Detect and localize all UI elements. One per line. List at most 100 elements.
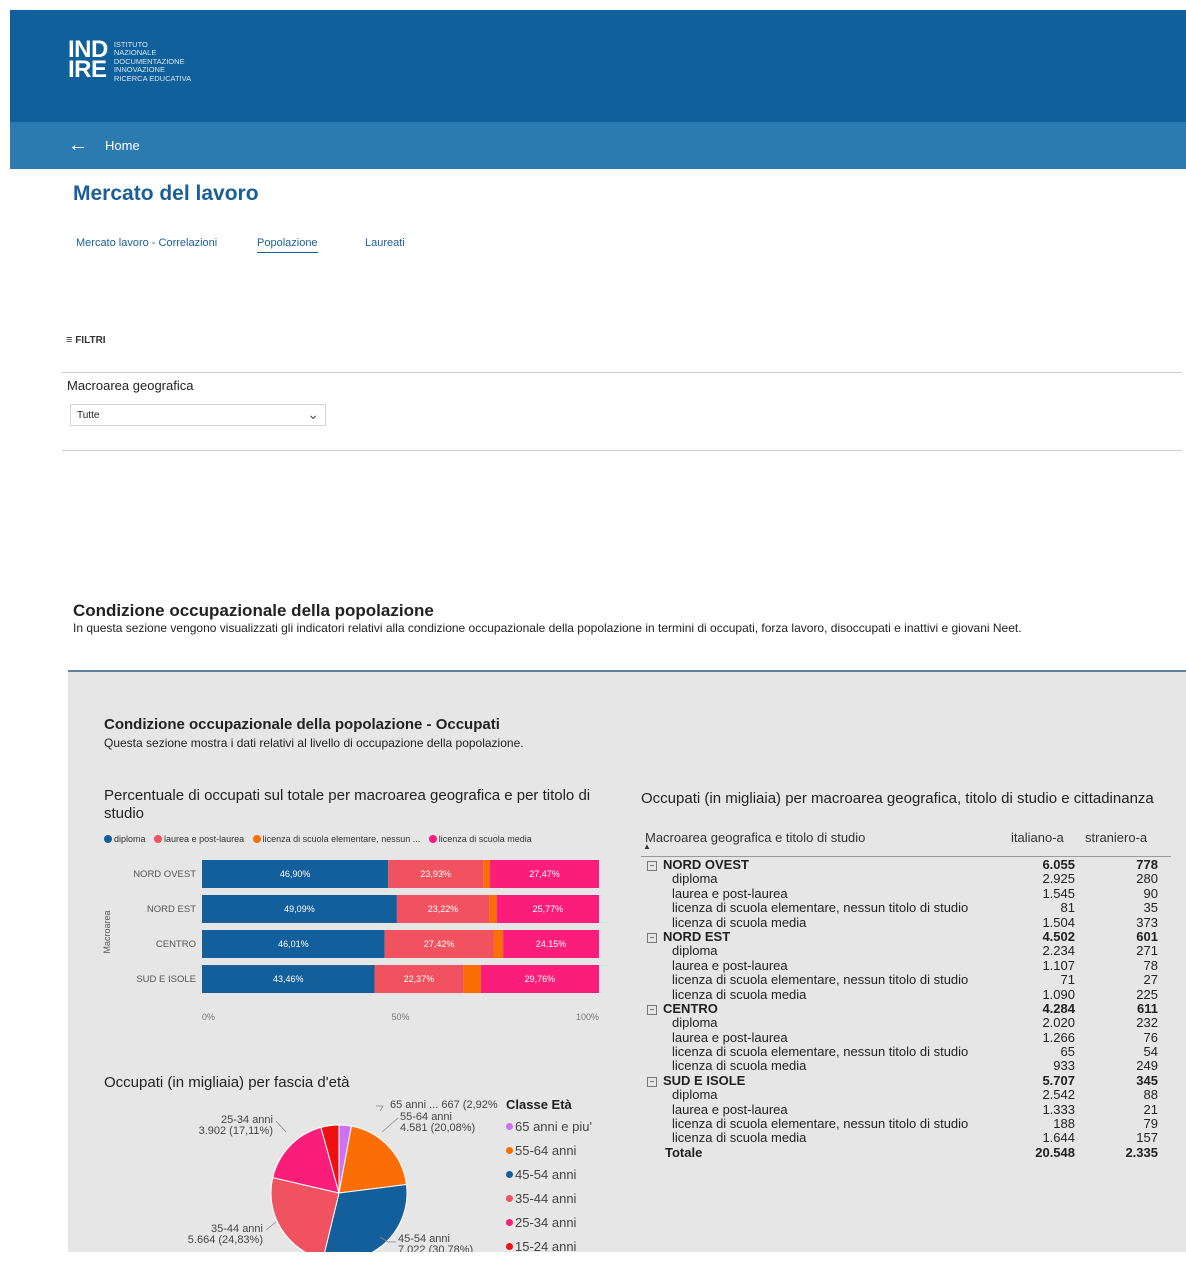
collapse-icon[interactable]: − <box>647 1076 657 1087</box>
macroarea-label: Macroarea geografica <box>67 378 194 393</box>
pie-chart: 65 anni ... 667 (2,92%)55-64 anni4.581 (… <box>188 1099 498 1252</box>
cell-straniero: 76 <box>1143 1029 1158 1045</box>
indire-logo[interactable]: IND IRE ISTITUTO NAZIONALE DOCUMENTAZION… <box>68 38 192 83</box>
legend-dot <box>506 1195 513 1202</box>
legend-dot <box>428 835 437 843</box>
cell-straniero: 280 <box>1136 871 1158 887</box>
legend-item[interactable]: diploma <box>104 834 146 844</box>
legend-item[interactable]: laurea e post-laurea <box>154 834 244 844</box>
legend-item[interactable]: licenza di scuola media <box>428 834 532 844</box>
row-label: licenza di scuola media <box>672 1059 806 1073</box>
cell-straniero: 35 <box>1143 900 1158 916</box>
divider <box>62 372 1182 373</box>
table-row: licenza di scuola elementare, nessun tit… <box>641 1044 1186 1060</box>
occupati-panel: Condizione occupazionale della popolazio… <box>68 670 1186 1254</box>
row-label: laurea e post-laurea <box>672 958 788 973</box>
macroarea-select[interactable]: Tutte ⌄ <box>70 404 326 426</box>
panel-title: Condizione occupazionale della popolazio… <box>104 716 500 733</box>
legend-dot <box>506 1147 513 1154</box>
home-link[interactable]: Home <box>105 138 140 153</box>
section-title: Condizione occupazionale della popolazio… <box>73 601 434 620</box>
cell-italiano: 2.542 <box>1042 1087 1075 1103</box>
logo-subtitle: ISTITUTO NAZIONALE DOCUMENTAZIONE INNOVA… <box>113 40 192 83</box>
category-label: CENTRO <box>156 939 196 950</box>
cell-straniero: 611 <box>1137 1000 1158 1016</box>
row-label: licenza di scuola elementare, nessun tit… <box>672 1044 968 1059</box>
nav-bar: ← Home <box>10 122 1186 169</box>
bar-segment <box>493 930 504 958</box>
filters-toggle[interactable]: ≡ FILTRI <box>66 334 106 346</box>
legend-item[interactable]: 35-44 anni <box>506 1191 592 1215</box>
row-label: diploma <box>672 1088 718 1102</box>
col-header-italiano[interactable]: italiano-a <box>1011 830 1064 845</box>
section-description: In questa sezione vengono visualizzati g… <box>73 621 1022 635</box>
tab-correlazioni[interactable]: Mercato lavoro - Correlazioni <box>76 237 217 249</box>
legend-item[interactable]: licenza di scuola elementare, nessun ... <box>252 834 420 844</box>
row-label: diploma <box>672 944 718 958</box>
row-label-text: licenza di scuola media <box>672 1058 807 1074</box>
row-label-text: Totale <box>665 1144 703 1160</box>
cell-straniero: 78 <box>1143 957 1158 973</box>
leader-line <box>265 1221 277 1231</box>
panel-description: Questa sezione mostra i dati relativi al… <box>104 736 524 750</box>
collapse-icon[interactable]: − <box>647 932 657 943</box>
cell-straniero: 373 <box>1136 914 1158 930</box>
filters-label: FILTRI <box>75 335 106 346</box>
sort-asc-icon[interactable]: ▲ <box>643 842 651 851</box>
row-label-text: licenza di scuola elementare, nessun tit… <box>672 972 969 988</box>
row-label: diploma <box>672 872 718 886</box>
col-header-straniero[interactable]: straniero-a <box>1085 830 1147 845</box>
collapse-icon[interactable]: − <box>647 861 657 871</box>
row-label: Totale <box>665 1144 703 1160</box>
row-label-text: CENTRO <box>663 1000 718 1016</box>
legend-item[interactable]: 55-64 anni <box>506 1143 592 1167</box>
pie-label-25-34: 3.902 (17,11%) <box>199 1125 273 1137</box>
cell-italiano: 933 <box>1053 1058 1075 1074</box>
bar-value-label: 24,15% <box>536 939 567 949</box>
bar-value-label: 29,76% <box>525 974 556 984</box>
collapse-icon[interactable]: − <box>647 1004 657 1015</box>
row-label-text: NORD OVEST <box>663 857 749 872</box>
arrow-left-icon[interactable]: ← <box>68 134 88 157</box>
cell-italiano: 1.333 <box>1042 1101 1075 1117</box>
table-row: diploma 2.020 232 <box>641 1015 1186 1030</box>
legend-dot <box>506 1123 513 1130</box>
tab-popolazione[interactable]: Popolazione <box>257 237 318 253</box>
table-row: licenza di scuola media 1.504 373 <box>641 914 1186 930</box>
row-label-text: licenza di scuola media <box>672 914 807 930</box>
legend-item[interactable]: 45-54 anni <box>506 1167 592 1191</box>
cell-straniero: 79 <box>1143 1116 1158 1132</box>
pie-label-35-44: 5.664 (24,83%) <box>188 1234 263 1246</box>
category-label: SUD E ISOLE <box>136 974 196 985</box>
bar-chart: Macroarea NORD OVEST 46,90% 23,93% 27,47% NOR… <box>102 860 599 1022</box>
table-row: licenza di scuola media 933 249 <box>641 1058 1186 1074</box>
row-label-text: SUD E ISOLE <box>663 1072 746 1088</box>
legend-dot <box>104 835 112 843</box>
cell-italiano: 65 <box>1060 1044 1075 1060</box>
row-label-text: licenza di scuola media <box>672 1130 807 1146</box>
row-label-text: diploma <box>672 943 718 959</box>
cell-italiano: 71 <box>1060 972 1075 988</box>
table-row: licenza di scuola media 1.090 225 <box>641 987 1186 1002</box>
logo-sub-line: RICERCA EDUCATIVA <box>113 73 192 83</box>
category-label: NORD OVEST <box>133 869 196 880</box>
chevron-down-icon: ⌄ <box>307 406 319 422</box>
cell-italiano: 81 <box>1060 900 1075 916</box>
row-label: licenza di scuola elementare, nessun tit… <box>672 972 969 988</box>
bar-value-label: 46,01% <box>278 939 309 949</box>
legend-item[interactable]: 65 anni e piu' <box>506 1119 592 1143</box>
pie-label-55-64: 4.581 (20,08%) <box>400 1122 475 1134</box>
legend-item[interactable]: 15-24 anni <box>506 1239 592 1263</box>
page-title: Mercato del lavoro <box>73 182 259 205</box>
legend-label: 65 anni e piu' <box>515 1119 592 1134</box>
cell-italiano: 4.502 <box>1042 928 1075 944</box>
pie-legend-title: Classe Età <box>506 1097 572 1112</box>
row-label-text: laurea e post-laurea <box>672 1101 788 1117</box>
tab-laureati[interactable]: Laureati <box>365 237 405 249</box>
cell-italiano: 20.548 <box>1035 1144 1075 1160</box>
legend-item[interactable]: 25-34 anni <box>506 1215 592 1239</box>
bar-chart-title: Percentuale di occupati sul totale per m… <box>104 787 591 822</box>
row-label-text: NORD EST <box>663 928 731 944</box>
row-label-text: diploma <box>672 871 718 887</box>
col-header-macroarea[interactable]: Macroarea geografica e titolo di studio <box>645 830 865 845</box>
